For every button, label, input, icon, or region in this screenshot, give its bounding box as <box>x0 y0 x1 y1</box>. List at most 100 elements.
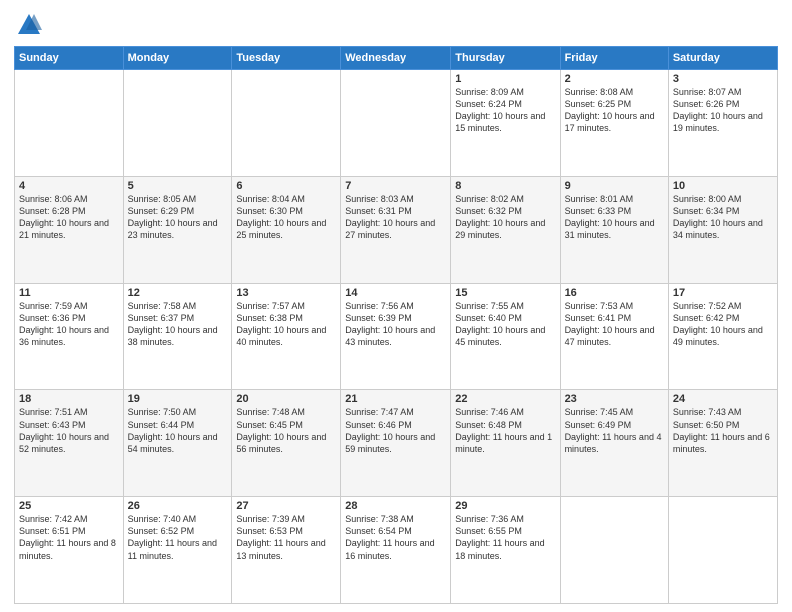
day-number: 17 <box>673 287 773 299</box>
calendar-cell: 21Sunrise: 7:47 AM Sunset: 6:46 PM Dayli… <box>341 390 451 497</box>
calendar-cell: 29Sunrise: 7:36 AM Sunset: 6:55 PM Dayli… <box>451 497 560 604</box>
weekday-header-monday: Monday <box>123 47 232 70</box>
day-info: Sunrise: 8:09 AM Sunset: 6:24 PM Dayligh… <box>455 86 555 135</box>
weekday-header-tuesday: Tuesday <box>232 47 341 70</box>
day-info: Sunrise: 8:05 AM Sunset: 6:29 PM Dayligh… <box>128 193 228 242</box>
calendar-week-1: 1Sunrise: 8:09 AM Sunset: 6:24 PM Daylig… <box>15 70 778 177</box>
day-number: 6 <box>236 180 336 192</box>
weekday-header-row: SundayMondayTuesdayWednesdayThursdayFrid… <box>15 47 778 70</box>
day-info: Sunrise: 8:04 AM Sunset: 6:30 PM Dayligh… <box>236 193 336 242</box>
day-number: 24 <box>673 393 773 405</box>
calendar-cell: 22Sunrise: 7:46 AM Sunset: 6:48 PM Dayli… <box>451 390 560 497</box>
day-info: Sunrise: 7:45 AM Sunset: 6:49 PM Dayligh… <box>565 406 664 455</box>
weekday-header-saturday: Saturday <box>668 47 777 70</box>
weekday-header-friday: Friday <box>560 47 668 70</box>
day-info: Sunrise: 8:07 AM Sunset: 6:26 PM Dayligh… <box>673 86 773 135</box>
day-info: Sunrise: 8:03 AM Sunset: 6:31 PM Dayligh… <box>345 193 446 242</box>
day-number: 9 <box>565 180 664 192</box>
day-number: 3 <box>673 73 773 85</box>
calendar-cell <box>341 70 451 177</box>
day-number: 21 <box>345 393 446 405</box>
calendar-cell: 25Sunrise: 7:42 AM Sunset: 6:51 PM Dayli… <box>15 497 124 604</box>
day-number: 14 <box>345 287 446 299</box>
day-number: 1 <box>455 73 555 85</box>
day-number: 7 <box>345 180 446 192</box>
calendar-cell: 17Sunrise: 7:52 AM Sunset: 6:42 PM Dayli… <box>668 283 777 390</box>
calendar-week-3: 11Sunrise: 7:59 AM Sunset: 6:36 PM Dayli… <box>15 283 778 390</box>
day-info: Sunrise: 7:51 AM Sunset: 6:43 PM Dayligh… <box>19 406 119 455</box>
calendar-cell: 13Sunrise: 7:57 AM Sunset: 6:38 PM Dayli… <box>232 283 341 390</box>
calendar-cell: 12Sunrise: 7:58 AM Sunset: 6:37 PM Dayli… <box>123 283 232 390</box>
day-info: Sunrise: 8:08 AM Sunset: 6:25 PM Dayligh… <box>565 86 664 135</box>
logo <box>14 10 46 40</box>
calendar-cell: 11Sunrise: 7:59 AM Sunset: 6:36 PM Dayli… <box>15 283 124 390</box>
day-number: 20 <box>236 393 336 405</box>
calendar-cell <box>560 497 668 604</box>
day-number: 13 <box>236 287 336 299</box>
calendar-cell: 4Sunrise: 8:06 AM Sunset: 6:28 PM Daylig… <box>15 176 124 283</box>
day-number: 10 <box>673 180 773 192</box>
calendar-table: SundayMondayTuesdayWednesdayThursdayFrid… <box>14 46 778 604</box>
calendar-cell: 26Sunrise: 7:40 AM Sunset: 6:52 PM Dayli… <box>123 497 232 604</box>
day-info: Sunrise: 8:00 AM Sunset: 6:34 PM Dayligh… <box>673 193 773 242</box>
calendar-week-2: 4Sunrise: 8:06 AM Sunset: 6:28 PM Daylig… <box>15 176 778 283</box>
calendar-cell: 1Sunrise: 8:09 AM Sunset: 6:24 PM Daylig… <box>451 70 560 177</box>
day-info: Sunrise: 7:47 AM Sunset: 6:46 PM Dayligh… <box>345 406 446 455</box>
day-info: Sunrise: 7:38 AM Sunset: 6:54 PM Dayligh… <box>345 513 446 562</box>
calendar-cell: 2Sunrise: 8:08 AM Sunset: 6:25 PM Daylig… <box>560 70 668 177</box>
calendar-body: 1Sunrise: 8:09 AM Sunset: 6:24 PM Daylig… <box>15 70 778 604</box>
weekday-header-wednesday: Wednesday <box>341 47 451 70</box>
weekday-header-thursday: Thursday <box>451 47 560 70</box>
day-info: Sunrise: 7:39 AM Sunset: 6:53 PM Dayligh… <box>236 513 336 562</box>
calendar-cell <box>232 70 341 177</box>
day-info: Sunrise: 8:01 AM Sunset: 6:33 PM Dayligh… <box>565 193 664 242</box>
calendar-cell: 14Sunrise: 7:56 AM Sunset: 6:39 PM Dayli… <box>341 283 451 390</box>
day-info: Sunrise: 8:02 AM Sunset: 6:32 PM Dayligh… <box>455 193 555 242</box>
day-info: Sunrise: 7:59 AM Sunset: 6:36 PM Dayligh… <box>19 300 119 349</box>
day-number: 18 <box>19 393 119 405</box>
day-info: Sunrise: 7:40 AM Sunset: 6:52 PM Dayligh… <box>128 513 228 562</box>
calendar-cell: 3Sunrise: 8:07 AM Sunset: 6:26 PM Daylig… <box>668 70 777 177</box>
calendar-cell: 9Sunrise: 8:01 AM Sunset: 6:33 PM Daylig… <box>560 176 668 283</box>
day-number: 11 <box>19 287 119 299</box>
day-info: Sunrise: 7:52 AM Sunset: 6:42 PM Dayligh… <box>673 300 773 349</box>
day-info: Sunrise: 7:55 AM Sunset: 6:40 PM Dayligh… <box>455 300 555 349</box>
day-number: 19 <box>128 393 228 405</box>
calendar-cell: 8Sunrise: 8:02 AM Sunset: 6:32 PM Daylig… <box>451 176 560 283</box>
day-number: 29 <box>455 500 555 512</box>
day-info: Sunrise: 7:46 AM Sunset: 6:48 PM Dayligh… <box>455 406 555 455</box>
day-number: 8 <box>455 180 555 192</box>
calendar-cell: 20Sunrise: 7:48 AM Sunset: 6:45 PM Dayli… <box>232 390 341 497</box>
day-number: 22 <box>455 393 555 405</box>
header <box>14 10 778 40</box>
day-number: 2 <box>565 73 664 85</box>
calendar-cell: 27Sunrise: 7:39 AM Sunset: 6:53 PM Dayli… <box>232 497 341 604</box>
day-info: Sunrise: 7:48 AM Sunset: 6:45 PM Dayligh… <box>236 406 336 455</box>
calendar-cell: 15Sunrise: 7:55 AM Sunset: 6:40 PM Dayli… <box>451 283 560 390</box>
calendar-cell: 24Sunrise: 7:43 AM Sunset: 6:50 PM Dayli… <box>668 390 777 497</box>
calendar-cell <box>15 70 124 177</box>
calendar-cell: 19Sunrise: 7:50 AM Sunset: 6:44 PM Dayli… <box>123 390 232 497</box>
calendar-cell <box>668 497 777 604</box>
day-info: Sunrise: 7:42 AM Sunset: 6:51 PM Dayligh… <box>19 513 119 562</box>
day-number: 23 <box>565 393 664 405</box>
day-info: Sunrise: 7:58 AM Sunset: 6:37 PM Dayligh… <box>128 300 228 349</box>
day-info: Sunrise: 7:57 AM Sunset: 6:38 PM Dayligh… <box>236 300 336 349</box>
day-number: 15 <box>455 287 555 299</box>
calendar-cell <box>123 70 232 177</box>
calendar-cell: 18Sunrise: 7:51 AM Sunset: 6:43 PM Dayli… <box>15 390 124 497</box>
day-number: 12 <box>128 287 228 299</box>
calendar-cell: 7Sunrise: 8:03 AM Sunset: 6:31 PM Daylig… <box>341 176 451 283</box>
day-number: 28 <box>345 500 446 512</box>
day-info: Sunrise: 8:06 AM Sunset: 6:28 PM Dayligh… <box>19 193 119 242</box>
logo-icon <box>14 10 44 40</box>
day-number: 5 <box>128 180 228 192</box>
calendar-cell: 6Sunrise: 8:04 AM Sunset: 6:30 PM Daylig… <box>232 176 341 283</box>
calendar-cell: 16Sunrise: 7:53 AM Sunset: 6:41 PM Dayli… <box>560 283 668 390</box>
page: SundayMondayTuesdayWednesdayThursdayFrid… <box>0 0 792 612</box>
weekday-header-sunday: Sunday <box>15 47 124 70</box>
day-number: 16 <box>565 287 664 299</box>
calendar-cell: 28Sunrise: 7:38 AM Sunset: 6:54 PM Dayli… <box>341 497 451 604</box>
calendar-week-4: 18Sunrise: 7:51 AM Sunset: 6:43 PM Dayli… <box>15 390 778 497</box>
day-info: Sunrise: 7:56 AM Sunset: 6:39 PM Dayligh… <box>345 300 446 349</box>
